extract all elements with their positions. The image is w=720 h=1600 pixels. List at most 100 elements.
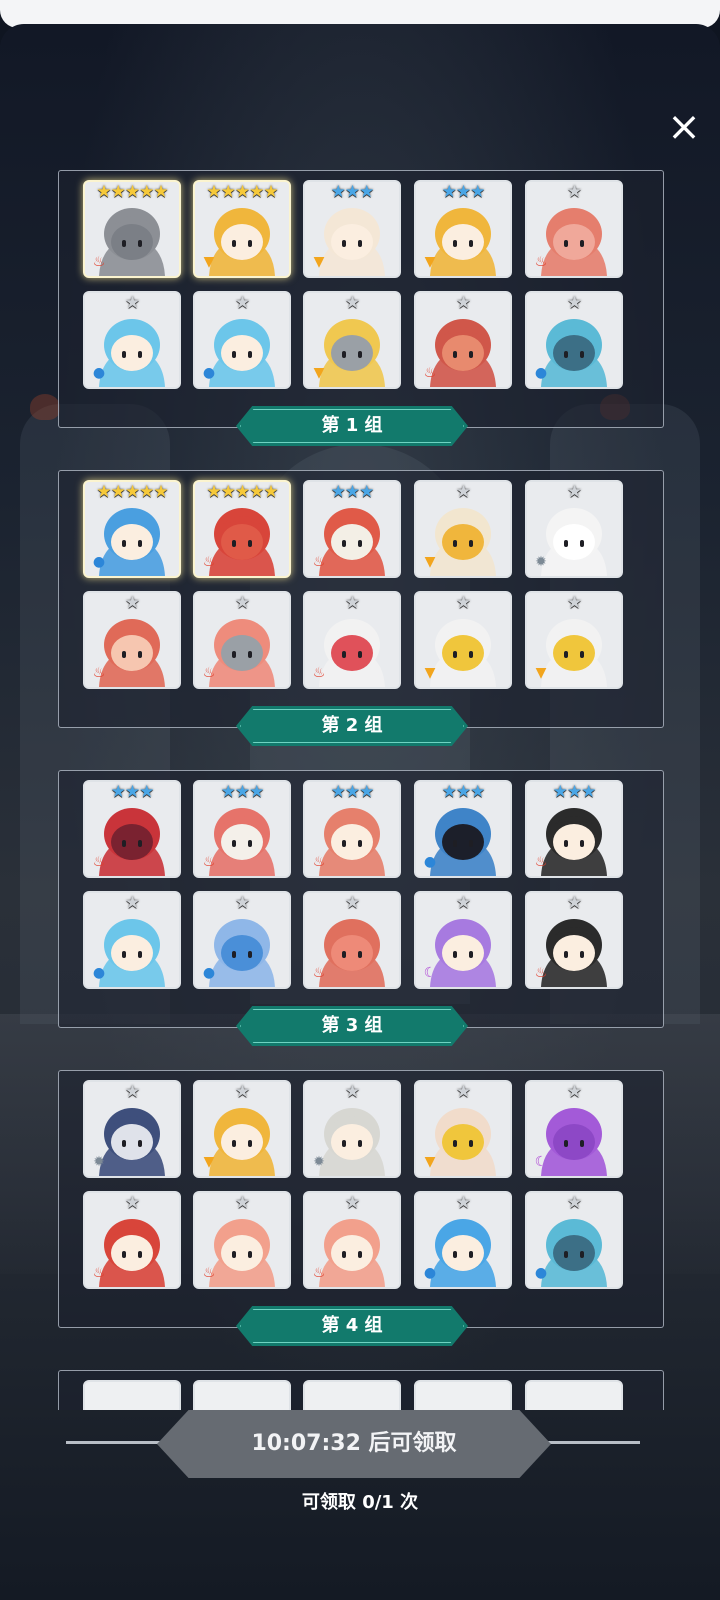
fire-icon: ♨ <box>312 554 326 570</box>
star-rating: ★ <box>234 293 250 313</box>
star-rating: ★ <box>234 893 250 913</box>
hero-card[interactable] <box>83 1380 181 1410</box>
group-label: 第 4 组 <box>236 1306 468 1346</box>
divider-left <box>66 1441 164 1444</box>
wind-icon: ▼ <box>424 554 436 570</box>
hero-card[interactable] <box>303 1380 401 1410</box>
star-rating: ★ <box>344 1082 360 1102</box>
hero-card[interactable]: ★ ☾ <box>414 891 512 989</box>
hero-card[interactable]: ★ ☾ <box>525 1080 623 1178</box>
star-rating: ★ <box>455 482 471 502</box>
star-rating: ★ <box>234 1082 250 1102</box>
hero-card[interactable]: ★ ✹ <box>525 480 623 578</box>
hero-card[interactable]: ★ ● <box>83 891 181 989</box>
hero-card[interactable]: ★ ● <box>193 291 291 389</box>
light-icon: ✹ <box>93 1154 105 1170</box>
wind-icon: ▼ <box>313 254 325 270</box>
star-rating: ★ <box>566 1193 582 1213</box>
hero-card[interactable]: ★ ▼ <box>525 591 623 689</box>
hero-card[interactable]: ★★★ ▼ <box>303 180 401 278</box>
star-rating: ★ <box>124 293 140 313</box>
group-label: 第 2 组 <box>236 706 468 746</box>
fire-icon: ♨ <box>423 365 437 381</box>
hero-card[interactable]: ★★★★★ ▼ <box>193 180 291 278</box>
water-icon: ● <box>92 365 106 381</box>
fire-icon: ♨ <box>312 854 326 870</box>
hero-card[interactable]: ★★★ ● <box>414 780 512 878</box>
hero-card[interactable]: ★ ♨ <box>303 891 401 989</box>
fire-icon: ♨ <box>202 1265 216 1281</box>
star-rating: ★ <box>124 893 140 913</box>
hero-card[interactable]: ★ ♨ <box>193 1191 291 1289</box>
star-rating: ★ <box>124 1082 140 1102</box>
hero-card[interactable]: ★ ♨ <box>303 591 401 689</box>
hero-card[interactable]: ★★★★★ ● <box>83 480 181 578</box>
star-rating: ★ <box>234 1193 250 1213</box>
hero-card[interactable]: ★ ♨ <box>83 1191 181 1289</box>
hero-card[interactable]: ★★★ ♨ <box>525 780 623 878</box>
claim-button[interactable]: 10:07:32 后可领取 <box>157 1410 551 1478</box>
hero-card[interactable]: ★ ▼ <box>193 1080 291 1178</box>
reward-group-list[interactable]: ★★★★★ ♨ ★★★★★ ▼ ★★★ ▼ ★★★ ▼ ★ ♨ ★ ● ★ ● ★ ▼ ★ ♨ ★ ● 第 1 组 ★★★… <box>0 165 720 1410</box>
hero-card[interactable]: ★ ● <box>525 1191 623 1289</box>
star-rating: ★ <box>344 1193 360 1213</box>
water-icon: ● <box>92 965 106 981</box>
hero-card[interactable]: ★ ▼ <box>414 1080 512 1178</box>
fire-icon: ♨ <box>202 854 216 870</box>
star-rating: ★ <box>455 293 471 313</box>
close-icon: × <box>667 104 701 150</box>
water-icon: ● <box>92 554 106 570</box>
hero-card[interactable]: ★ ● <box>525 291 623 389</box>
hero-card[interactable]: ★★★ ♨ <box>303 480 401 578</box>
divider-right <box>544 1441 640 1444</box>
hero-card[interactable] <box>193 1380 291 1410</box>
hero-card[interactable]: ★ ♨ <box>83 591 181 689</box>
star-rating: ★ <box>124 593 140 613</box>
fire-icon: ♨ <box>312 665 326 681</box>
hero-card[interactable]: ★ ✹ <box>303 1080 401 1178</box>
hero-card[interactable]: ★ ● <box>414 1191 512 1289</box>
dark-icon: ☾ <box>534 1154 548 1170</box>
star-rating: ★★★ <box>110 782 155 802</box>
hero-card[interactable]: ★ ▼ <box>414 480 512 578</box>
star-rating: ★ <box>566 482 582 502</box>
star-rating: ★★★ <box>220 782 265 802</box>
hero-card[interactable]: ★ ● <box>83 291 181 389</box>
hero-card[interactable]: ★ ✹ <box>83 1080 181 1178</box>
hero-card[interactable]: ★★★ ♨ <box>303 780 401 878</box>
star-rating: ★ <box>455 1082 471 1102</box>
star-rating: ★ <box>344 893 360 913</box>
light-icon: ✹ <box>313 1154 325 1170</box>
star-rating: ★★★★★ <box>96 182 168 202</box>
wind-icon: ▼ <box>203 1154 215 1170</box>
star-rating: ★ <box>566 1082 582 1102</box>
fire-icon: ♨ <box>534 254 548 270</box>
water-icon: ● <box>534 365 548 381</box>
hero-card[interactable]: ★ ♨ <box>303 1191 401 1289</box>
hero-card[interactable]: ★ ● <box>193 891 291 989</box>
claim-count-text: 可领取 0/1 次 <box>301 1492 419 1513</box>
star-rating: ★★★ <box>552 782 597 802</box>
hero-card[interactable]: ★ ♨ <box>525 180 623 278</box>
water-icon: ● <box>202 365 216 381</box>
hero-card[interactable]: ★★★ ♨ <box>193 780 291 878</box>
fire-icon: ♨ <box>92 1265 106 1281</box>
star-rating: ★★★ <box>441 782 486 802</box>
hero-card[interactable]: ★ ▼ <box>414 591 512 689</box>
star-rating: ★ <box>566 593 582 613</box>
hero-card[interactable]: ★ ♨ <box>193 591 291 689</box>
close-button[interactable]: × <box>664 107 704 147</box>
hero-card[interactable]: ★ ▼ <box>303 291 401 389</box>
fire-icon: ♨ <box>312 1265 326 1281</box>
light-icon: ✹ <box>535 554 547 570</box>
hero-card[interactable]: ★ ♨ <box>414 291 512 389</box>
hero-card[interactable] <box>414 1380 512 1410</box>
hero-card[interactable]: ★★★ ♨ <box>83 780 181 878</box>
hero-card[interactable]: ★★★★★ ♨ <box>193 480 291 578</box>
hero-card[interactable]: ★★★ ▼ <box>414 180 512 278</box>
hero-card[interactable] <box>525 1380 623 1410</box>
dark-icon: ☾ <box>423 965 437 981</box>
hero-card[interactable]: ★★★★★ ♨ <box>83 180 181 278</box>
hero-card[interactable]: ★ ♨ <box>525 891 623 989</box>
star-rating: ★ <box>455 893 471 913</box>
